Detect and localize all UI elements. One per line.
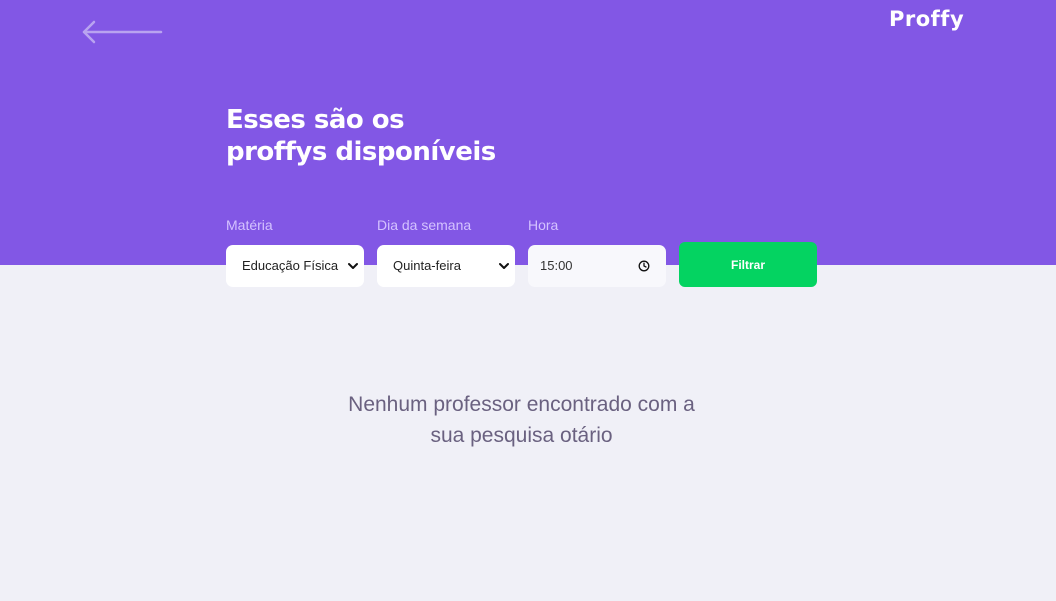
time-label: Hora xyxy=(528,217,559,233)
page-title-line-1: Esses são os xyxy=(226,105,405,135)
filter-button[interactable]: Filtrar xyxy=(679,242,817,287)
chevron-down-icon xyxy=(348,263,358,269)
weekday-select-value: Quinta-feira xyxy=(393,258,461,273)
subject-select-value: Educação Física xyxy=(242,258,339,273)
page-title: Esses são os proffys disponíveis xyxy=(226,104,546,168)
back-button[interactable] xyxy=(80,18,164,46)
time-input[interactable]: 15:00 xyxy=(528,245,666,287)
weekday-select[interactable]: Quinta-feira xyxy=(377,245,515,287)
weekday-label: Dia da semana xyxy=(377,217,472,233)
clock-icon[interactable] xyxy=(638,260,650,272)
time-input-value: 15:00 xyxy=(540,258,573,273)
empty-message-line-1: Nenhum professor encontrado com a xyxy=(348,393,695,416)
subject-select[interactable]: Educação Física xyxy=(226,245,364,287)
empty-message-line-2: sua pesquisa otário xyxy=(430,424,613,447)
chevron-down-icon xyxy=(499,263,509,269)
logo: Proffy xyxy=(889,7,965,31)
arrow-left-icon xyxy=(82,20,163,44)
empty-results-message: Nenhum professor encontrado com a sua pe… xyxy=(300,389,743,451)
page-title-line-2: proffys disponíveis xyxy=(226,137,496,167)
subject-label: Matéria xyxy=(226,217,273,233)
